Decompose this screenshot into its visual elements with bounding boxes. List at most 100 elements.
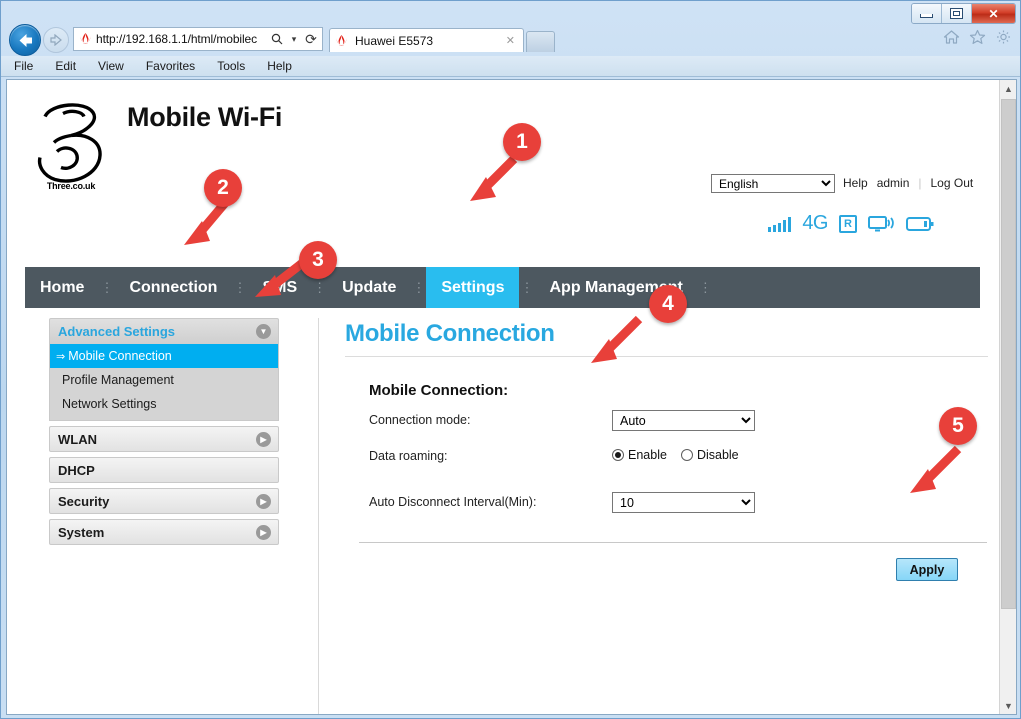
scrollbar-thumb[interactable]: [1001, 99, 1016, 609]
annotation-marker-2: 2: [204, 169, 242, 207]
nav-separator: ⋮: [412, 279, 426, 295]
forward-arrow-icon: [50, 34, 62, 46]
page-title: Mobile Connection: [345, 320, 555, 347]
sidebar-group-security[interactable]: Security ▶: [49, 488, 279, 514]
form-row-data-roaming: Data roaming: Enable Disable: [369, 446, 985, 468]
data-roaming-enable-label: Enable: [628, 448, 667, 462]
form-row-connection-mode: Connection mode: Auto: [369, 410, 985, 432]
chevron-down-icon[interactable]: ▾: [288, 34, 300, 45]
chevron-right-icon[interactable]: ▶: [256, 525, 271, 540]
sidebar-item-network-settings[interactable]: Network Settings: [50, 392, 278, 416]
connection-mode-select[interactable]: Auto: [612, 410, 755, 431]
apply-button[interactable]: Apply: [896, 558, 958, 581]
nav-item-connection[interactable]: Connection: [114, 267, 232, 308]
logout-link[interactable]: Log Out: [931, 176, 974, 190]
section-title: Mobile Connection:: [369, 382, 509, 399]
main-navigation: Home ⋮ Connection ⋮ SMS ⋮ Update ⋮ Setti…: [25, 267, 980, 308]
address-bar[interactable]: http://192.168.1.1/html/mobilec ▾ ⟳: [73, 27, 323, 51]
menu-item-tools[interactable]: Tools: [214, 58, 248, 74]
annotation-arrow-4: [591, 315, 643, 363]
scroll-down-icon[interactable]: ▼: [1000, 697, 1016, 714]
window-controls: ✕: [911, 3, 1016, 24]
sidebar-group-label: Advanced Settings: [58, 324, 176, 339]
nav-item-settings[interactable]: Settings: [426, 267, 520, 308]
site-favicon-icon: [78, 32, 93, 46]
status-icon-bar: 4G R: [768, 212, 934, 235]
close-button[interactable]: ✕: [972, 4, 1015, 23]
logo-caption: Three.co.uk: [46, 181, 96, 191]
auto-disconnect-label: Auto Disconnect Interval(Min):: [369, 495, 537, 509]
menu-item-favorites[interactable]: Favorites: [143, 58, 198, 74]
search-icon[interactable]: [266, 33, 288, 45]
data-roaming-enable-option[interactable]: Enable: [612, 448, 667, 462]
tab-close-icon[interactable]: ✕: [506, 34, 515, 47]
refresh-icon[interactable]: ⟳: [300, 31, 322, 48]
annotation-marker-1: 1: [503, 123, 541, 161]
chevron-right-icon[interactable]: ▶: [256, 494, 271, 509]
annotation-marker-4: 4: [649, 285, 687, 323]
sidebar-group-dhcp[interactable]: DHCP: [49, 457, 279, 483]
data-roaming-label: Data roaming:: [369, 449, 448, 463]
current-item-arrow-icon: ⇒: [56, 350, 66, 363]
tab-strip: Huawei E5573 ✕: [329, 27, 555, 52]
menu-item-view[interactable]: View: [95, 58, 127, 74]
link-separator: |: [918, 176, 922, 190]
content-divider: [318, 318, 319, 714]
sidebar-item-mobile-connection[interactable]: ⇒ Mobile Connection: [50, 344, 278, 368]
network-type-label: 4G: [802, 212, 828, 234]
settings-content-panel: Mobile Connection Mobile Connection: Con…: [345, 320, 988, 581]
signal-bars-icon: [768, 216, 792, 232]
radio-enable-icon[interactable]: [612, 449, 624, 461]
sidebar-group-system[interactable]: System ▶: [49, 519, 279, 545]
back-arrow-icon: [19, 33, 32, 47]
radio-disable-icon[interactable]: [680, 449, 693, 461]
tab-favicon-icon: [334, 34, 349, 48]
chevron-down-icon[interactable]: ▼: [256, 324, 271, 339]
language-select[interactable]: English: [711, 174, 835, 193]
sidebar-item-profile-management[interactable]: Profile Management: [50, 368, 278, 392]
data-roaming-disable-option[interactable]: Disable: [680, 448, 739, 462]
home-icon[interactable]: [943, 29, 960, 50]
menu-item-file[interactable]: File: [11, 58, 36, 74]
help-link[interactable]: Help: [843, 176, 868, 190]
data-roaming-disable-label: Disable: [696, 448, 739, 462]
sidebar-group-label: System: [58, 524, 105, 540]
nav-item-update[interactable]: Update: [327, 267, 411, 308]
favorites-star-icon[interactable]: [969, 29, 986, 50]
wifi-broadcast-icon: [868, 215, 895, 233]
settings-gear-icon[interactable]: [995, 29, 1012, 50]
back-button[interactable]: [9, 24, 41, 56]
annotation-marker-3: 3: [299, 241, 337, 279]
nav-item-home[interactable]: Home: [25, 267, 99, 308]
sidebar-item-label: Mobile Connection: [68, 349, 172, 363]
settings-sidebar: Advanced Settings ▼ ⇒ Mobile Connection …: [49, 318, 279, 550]
sidebar-group-label: Security: [58, 493, 110, 509]
nav-separator: ⋮: [100, 279, 114, 295]
sidebar-group-wlan[interactable]: WLAN ▶: [49, 426, 279, 452]
sidebar-group-advanced-settings[interactable]: Advanced Settings ▼: [49, 318, 279, 344]
auto-disconnect-select[interactable]: 10: [612, 492, 755, 513]
vertical-scrollbar[interactable]: ▲ ▼: [999, 80, 1016, 714]
scroll-up-icon[interactable]: ▲: [1000, 80, 1016, 97]
tab-title: Huawei E5573: [355, 33, 434, 48]
form-row-auto-disconnect: Auto Disconnect Interval(Min): 10: [369, 492, 985, 514]
browser-window: ✕ http://192.168.1.1/html/mobilec ▾ ⟳ Hu…: [0, 0, 1021, 719]
forward-button[interactable]: [43, 27, 69, 53]
annotation-arrow-5: [910, 445, 962, 493]
footer-rule: [359, 542, 987, 543]
connection-mode-label: Connection mode:: [369, 413, 471, 427]
chevron-right-icon[interactable]: ▶: [256, 432, 271, 447]
maximize-button[interactable]: [942, 4, 972, 23]
menu-item-help[interactable]: Help: [264, 58, 295, 74]
new-tab-button[interactable]: [526, 31, 555, 52]
minimize-button[interactable]: [912, 4, 942, 23]
data-roaming-radio-group: Enable Disable: [612, 446, 747, 462]
sidebar-group-label: DHCP: [58, 462, 95, 478]
sidebar-sublist-advanced-settings: ⇒ Mobile Connection Profile Management N…: [49, 344, 279, 421]
page-brand-title: Mobile Wi-Fi: [127, 102, 283, 132]
browser-toolbar-icons: [943, 29, 1012, 50]
browser-tab[interactable]: Huawei E5573 ✕: [329, 28, 524, 52]
title-rule: [345, 356, 988, 357]
browser-nav-row: http://192.168.1.1/html/mobilec ▾ ⟳ Huaw…: [1, 23, 1020, 56]
menu-item-edit[interactable]: Edit: [52, 58, 79, 74]
